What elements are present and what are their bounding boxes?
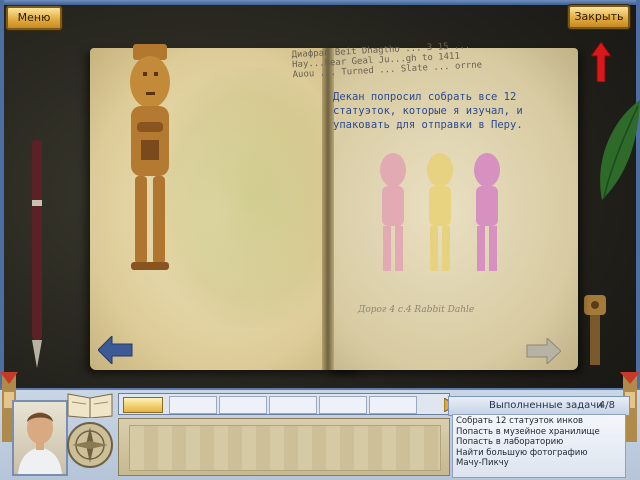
arrow-right-icon[interactable] [525,338,561,364]
journal-task-text: Декан попросил собрать все 12 статуэток,… [333,91,523,131]
inventory-slot [369,396,417,414]
leaf-prop [600,100,640,200]
tasks-header: Выполненные задачи 4/8 [448,396,630,416]
task-item: Найти большую фотографию [456,447,588,458]
inventory-panel [118,418,450,476]
task-item: Попасть в лабораторию [456,437,564,447]
arrow-up-icon [591,42,611,82]
statuettes-sketch [380,153,500,271]
task-item: Попасть в музейное хранилище [456,426,600,437]
statue-drawing [130,44,170,270]
arrow-left-icon[interactable] [98,336,134,364]
pen-prop [32,140,42,368]
journal-signature: Дорог 4 с.4 Rabbit Dahle [358,305,475,315]
compass-icon[interactable] [66,420,114,470]
inventory-ornament [129,425,441,471]
portrait-icon [12,400,68,476]
journal-icon[interactable] [66,388,114,418]
inventory-slot [269,396,317,414]
menu-button[interactable]: Меню [6,6,62,30]
progress-bar [118,393,450,415]
tasks-count: 4/8 [598,400,615,411]
progress-fill [123,397,163,413]
task-item: Собрать 12 статуэток инков [456,416,584,426]
tasks-title: Выполненные задачи [489,400,603,411]
inventory-slot [219,396,267,414]
inventory-slot [169,396,217,414]
game-scene: Диафраг Beit Dhagtho ... 3 15 ... Hay...… [0,0,640,480]
close-button[interactable]: Закрыть [568,5,630,29]
task-item: Мачу-Пикчу [456,458,509,468]
frame-left [0,0,4,390]
inventory-slot [319,396,367,414]
frame-top [0,0,640,5]
tasks-list: Собрать 12 статуэток инков Попасть в муз… [456,416,620,476]
